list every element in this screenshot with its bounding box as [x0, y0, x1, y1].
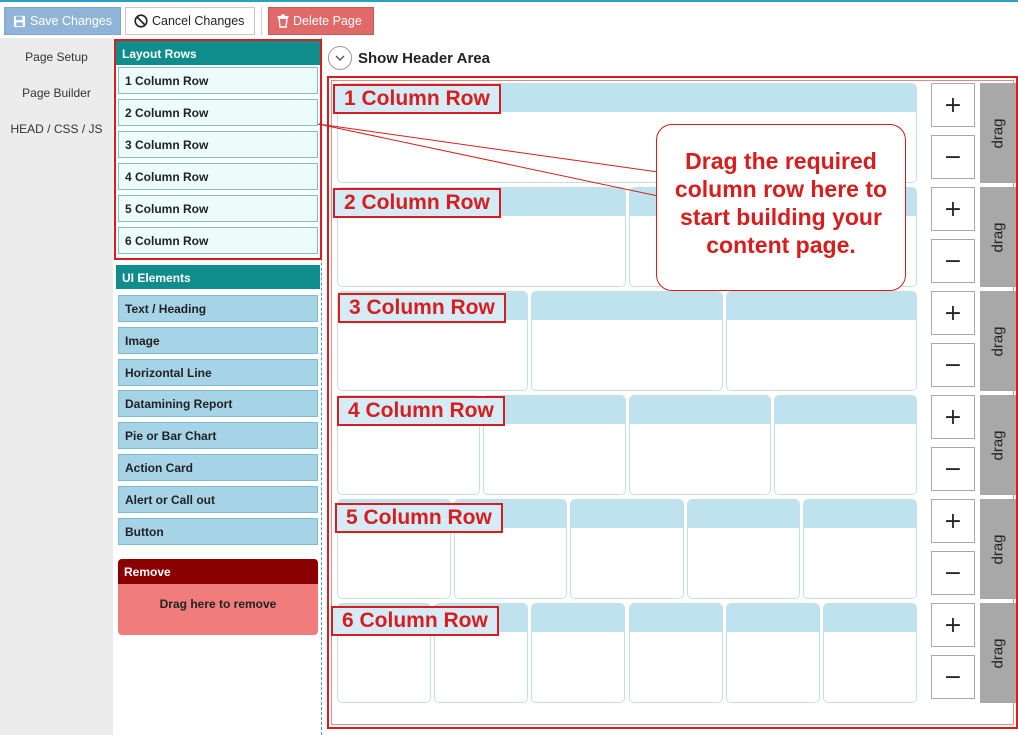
show-header-toggle[interactable]: Show Header Area [328, 46, 490, 70]
ui-element-alert-callout[interactable]: Alert or Call out [118, 486, 318, 513]
drag-label: drag [989, 221, 1007, 253]
drag-label: drag [989, 325, 1007, 357]
column-drop-zone[interactable] [628, 395, 772, 495]
ui-element-pie-bar-chart[interactable]: Pie or Bar Chart [118, 422, 318, 449]
add-row-button[interactable]: + [931, 291, 975, 335]
remove-instruction: Drag here to remove [159, 597, 277, 611]
column-drop-zone[interactable] [628, 603, 723, 703]
left-nav: Page Setup Page Builder HEAD / CSS / JS [0, 38, 113, 735]
column-drop-zone[interactable] [686, 499, 801, 599]
drag-label: drag [989, 637, 1007, 669]
column-header [483, 396, 625, 424]
row-annotation-label: 3 Column Row [338, 293, 506, 323]
nav-page-builder[interactable]: Page Builder [0, 86, 113, 100]
column-drop-zone[interactable] [803, 499, 917, 599]
drag-handle[interactable]: drag [980, 395, 1016, 495]
cancel-changes-button[interactable]: Cancel Changes [125, 7, 255, 35]
drag-label: drag [989, 117, 1007, 149]
add-row-button[interactable]: + [931, 603, 975, 647]
remove-header: Remove [118, 559, 318, 584]
column-drop-zone[interactable] [822, 603, 917, 703]
remove-row-button[interactable]: − [931, 447, 975, 491]
add-row-button[interactable]: + [931, 187, 975, 231]
instruction-callout: Drag the required column row here to sta… [656, 124, 906, 291]
column-header [804, 500, 916, 528]
add-row-button[interactable]: + [931, 83, 975, 127]
column-header [629, 604, 722, 632]
show-header-label: Show Header Area [358, 49, 490, 67]
layout-row-6-column[interactable]: 6 Column Row [118, 227, 318, 254]
delete-page-label: Delete Page [293, 14, 362, 28]
column-header [571, 500, 683, 528]
column-header [726, 604, 819, 632]
column-drop-zone[interactable] [725, 291, 917, 391]
add-row-button[interactable]: + [931, 395, 975, 439]
element-palette: Layout Rows 1 Column Row 2 Column Row 3 … [113, 38, 322, 735]
ui-element-button[interactable]: Button [118, 518, 318, 545]
layout-row-3-column[interactable]: 3 Column Row [118, 131, 318, 158]
remove-row-button[interactable]: − [931, 135, 975, 179]
column-drop-zone[interactable] [725, 603, 820, 703]
ui-element-text-heading[interactable]: Text / Heading [118, 295, 318, 322]
ui-element-action-card[interactable]: Action Card [118, 454, 318, 481]
column-header [532, 604, 625, 632]
layout-row-2-column[interactable]: 2 Column Row [118, 99, 318, 126]
ui-element-datamining-report[interactable]: Datamining Report [118, 390, 318, 417]
remove-row-button[interactable]: − [931, 239, 975, 283]
remove-row-button[interactable]: − [931, 551, 975, 595]
column-header [687, 500, 800, 528]
column-header [775, 396, 916, 424]
column-header [823, 604, 916, 632]
column-drop-zone[interactable] [531, 603, 626, 703]
ui-elements-header: UI Elements [116, 265, 320, 289]
row-annotation-label: 4 Column Row [337, 396, 505, 426]
layout-row-4-column[interactable]: 4 Column Row [118, 163, 318, 190]
toolbar-separator [261, 7, 262, 35]
row-annotation-label: 5 Column Row [335, 503, 503, 533]
column-drop-zone[interactable] [570, 499, 684, 599]
row-annotation-label: 1 Column Row [333, 84, 501, 114]
floppy-disk-icon [13, 15, 26, 27]
nav-head-css-js[interactable]: HEAD / CSS / JS [0, 122, 113, 136]
column-header [629, 396, 771, 424]
ui-element-image[interactable]: Image [118, 327, 318, 354]
page-builder-app: Save Changes Cancel Changes Delete Page … [0, 0, 1018, 735]
save-changes-label: Save Changes [30, 14, 113, 28]
row-annotation-label: 2 Column Row [333, 188, 501, 218]
drag-handle[interactable]: drag [980, 291, 1016, 391]
ui-element-horizontal-line[interactable]: Horizontal Line [118, 359, 318, 386]
drag-label: drag [989, 429, 1007, 461]
drag-handle[interactable]: drag [980, 83, 1016, 183]
remove-row-button[interactable]: − [931, 655, 975, 699]
column-drop-zone[interactable] [774, 395, 917, 495]
row-annotation-label: 6 Column Row [331, 606, 499, 636]
drag-handle[interactable]: drag [980, 603, 1016, 703]
drag-handle[interactable]: drag [980, 499, 1016, 599]
column-header [726, 292, 916, 320]
column-drop-zone[interactable] [531, 291, 723, 391]
toolbar: Save Changes Cancel Changes Delete Page [0, 0, 1018, 38]
delete-page-button[interactable]: Delete Page [268, 7, 374, 35]
prohibited-icon [134, 14, 148, 28]
cancel-changes-label: Cancel Changes [152, 14, 245, 28]
nav-page-setup[interactable]: Page Setup [0, 50, 113, 64]
layout-row-5-column[interactable]: 5 Column Row [118, 195, 318, 222]
layout-rows-header: Layout Rows [116, 41, 320, 65]
save-changes-button[interactable]: Save Changes [4, 7, 121, 35]
remove-row-button[interactable]: − [931, 343, 975, 387]
add-row-button[interactable]: + [931, 499, 975, 543]
trash-icon [277, 14, 289, 28]
drag-label: drag [989, 533, 1007, 565]
drag-handle[interactable]: drag [980, 187, 1016, 287]
layout-row-1-column[interactable]: 1 Column Row [118, 67, 318, 94]
chevron-down-icon[interactable] [328, 46, 352, 70]
remove-drop-zone[interactable]: Remove Drag here to remove [118, 559, 318, 635]
column-header [532, 292, 722, 320]
